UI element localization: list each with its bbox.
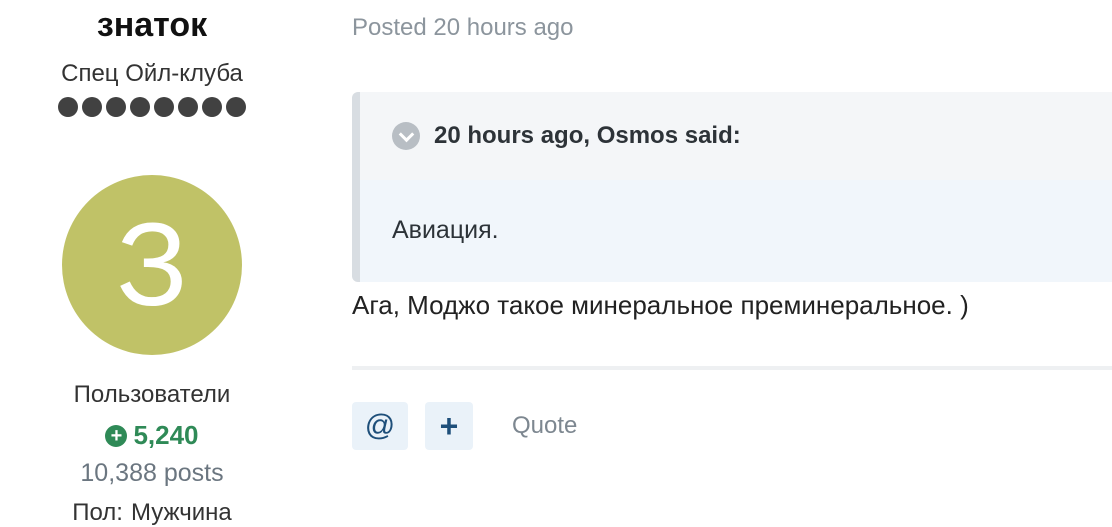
quote-block: 20 hours ago, Osmos said: Авиация. [352, 92, 1112, 282]
rank-pips [0, 97, 304, 117]
chevron-down-icon[interactable] [392, 122, 420, 150]
plus-circle-icon: + [105, 424, 128, 447]
multiquote-button[interactable]: + [425, 402, 473, 450]
quote-header[interactable]: 20 hours ago, Osmos said: [360, 92, 1112, 180]
quote-button[interactable]: Quote [512, 412, 577, 440]
post-actions: @ + Quote [352, 402, 577, 450]
reputation-badge[interactable]: + 5,240 [0, 420, 304, 451]
rank-pip [226, 97, 246, 117]
rank-pip [178, 97, 198, 117]
rank-title: Спец Ойл-клуба [61, 60, 243, 87]
rank-pip [202, 97, 222, 117]
post-count: 10,388 posts [80, 459, 224, 487]
avatar[interactable]: З [62, 175, 242, 355]
post-date[interactable]: Posted 20 hours ago [352, 14, 574, 42]
username[interactable]: знаток [0, 6, 304, 45]
quote-citation: 20 hours ago, Osmos said: [434, 122, 741, 149]
rank-pip [82, 97, 102, 117]
reputation-value: 5,240 [133, 420, 199, 450]
author-panel: знаток Спец Ойл-клуба З Пользователи + 5… [0, 0, 304, 526]
gender-field: Пол: Мужчина [0, 499, 304, 527]
rank-pip [106, 97, 126, 117]
rank-pip [58, 97, 78, 117]
rank-pip [154, 97, 174, 117]
quote-content: Авиация. [360, 180, 1112, 282]
divider [352, 366, 1112, 370]
post-text: Ага, Моджо такое минеральное преминераль… [352, 290, 969, 320]
rank-pip [130, 97, 150, 117]
mention-button[interactable]: @ [352, 402, 408, 450]
user-group: Пользователи [73, 381, 231, 408]
